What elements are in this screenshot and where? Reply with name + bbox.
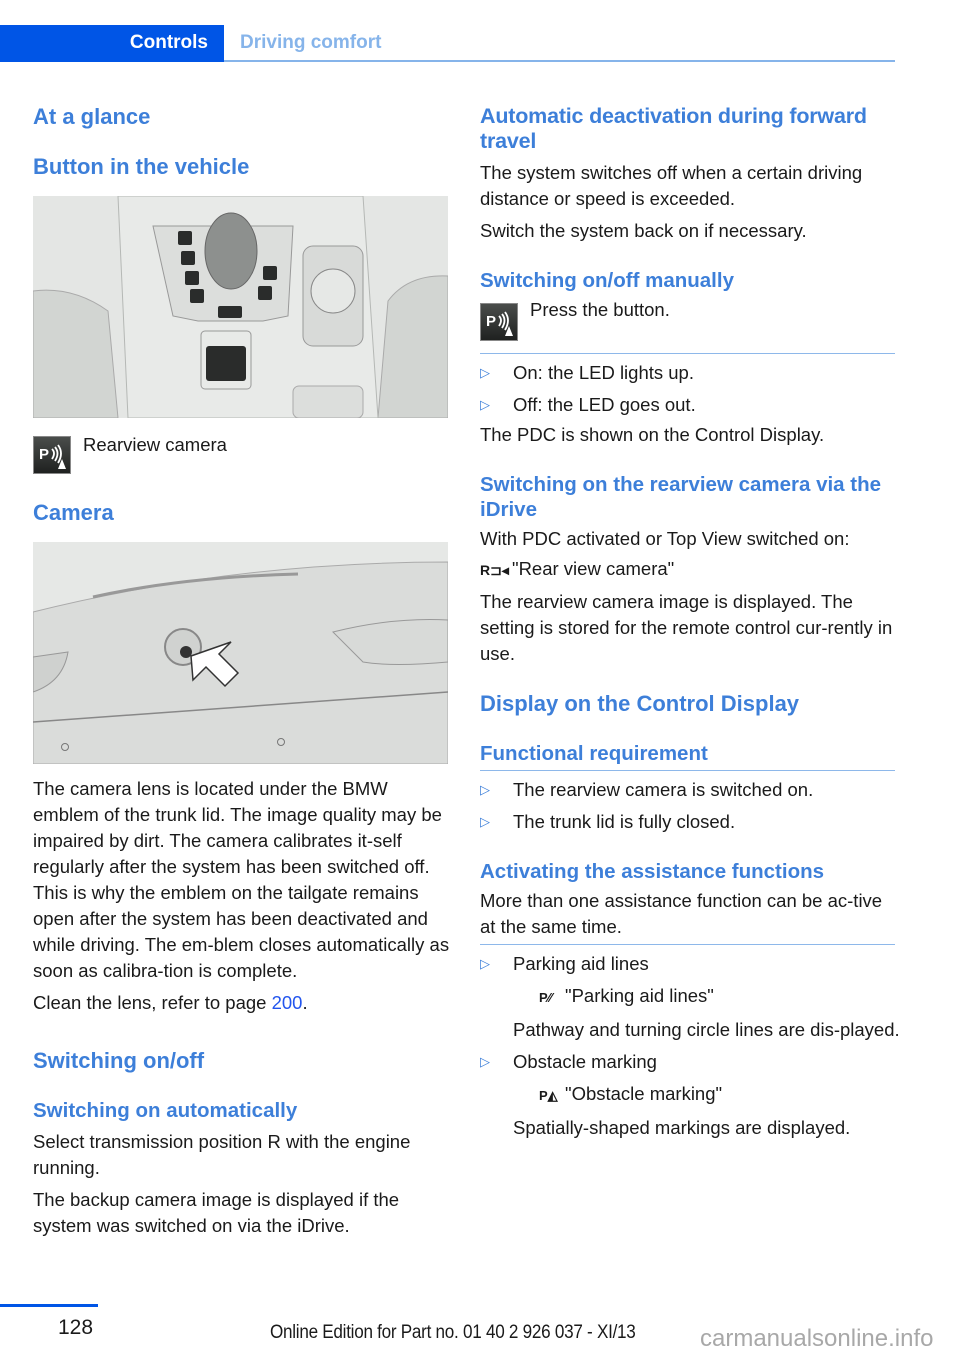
- pdc-display-text: The PDC is shown on the Control Display.: [480, 424, 825, 445]
- obstacle-marking-icon: P◭: [539, 1088, 558, 1103]
- right-column: Automatic deactivation during forward tr…: [480, 100, 900, 1141]
- footer-rule: [0, 1304, 98, 1307]
- idrive-text: With PDC activated or Top View switched …: [480, 528, 850, 549]
- heading-switching-on-automatically: Switching on automatically: [33, 1099, 298, 1122]
- led-status-list: ▷ On: the LED lights up. ▷ Off: the LED go…: [480, 360, 900, 418]
- triangle-bullet-icon: ▷: [480, 397, 490, 412]
- heading-at-a-glance: At a glance: [33, 104, 151, 129]
- triangle-bullet-icon: ▷: [480, 956, 490, 971]
- page-200-link[interactable]: 200: [272, 992, 303, 1013]
- assist-item-desc: Pathway and turning circle lines are dis…: [513, 1019, 900, 1040]
- menu-obstacle-label: "Obstacle marking": [565, 1083, 723, 1104]
- tab-underline: [224, 60, 895, 62]
- rearview-camera-label: Rearview camera: [83, 434, 227, 455]
- clean-lens-period: .: [302, 992, 308, 1013]
- triangle-bullet-icon: ▷: [480, 1054, 490, 1069]
- svg-text:P: P: [39, 446, 49, 463]
- pdc-button-icon: P: [33, 436, 71, 474]
- requirement-list: ▷ The rearview camera is switched on. ▷ Th…: [480, 777, 900, 835]
- svg-text:P: P: [486, 313, 496, 330]
- menu-rear-label: "Rear view camera": [512, 558, 675, 579]
- divider: [480, 770, 895, 771]
- triangle-bullet-icon: ▷: [480, 365, 490, 380]
- heading-assistance-functions: Activating the assistance functions: [480, 860, 825, 883]
- list-item: ▷ On: the LED lights up.: [480, 360, 900, 386]
- camera-description: The camera lens is located under the BMW…: [33, 778, 450, 981]
- press-button-text: Press the button.: [530, 299, 670, 320]
- assist-item-desc: Spatially-shaped markings are displayed.: [513, 1117, 851, 1138]
- heading-control-display: Display on the Control Display: [480, 691, 800, 716]
- list-item: ▷ Parking aid lines P⁄⁄ "Parking aid line…: [480, 951, 900, 1043]
- rear-view-camera-menu-item[interactable]: R⊐◂ "Rear view camera": [480, 556, 900, 583]
- tab-driving-comfort[interactable]: Driving comfort: [224, 25, 381, 61]
- rear-camera-icon: R⊐◂: [480, 562, 509, 578]
- heading-idrive: Switching on the rearview camera via the…: [480, 473, 882, 521]
- auto-text-2: The backup camera image is displayed if …: [33, 1189, 400, 1236]
- assist-text: More than one assistance function can be…: [480, 890, 883, 937]
- list-item-text: On: the LED lights up.: [513, 362, 694, 383]
- heading-switching-manually: Switching on/off manually: [480, 269, 734, 292]
- clean-lens-note: Clean the lens, refer to page 200.: [33, 990, 453, 1016]
- parking-aid-lines-menu-item[interactable]: P⁄⁄ "Parking aid lines": [513, 983, 900, 1011]
- auto-text-1: Select transmission position R with the …: [33, 1131, 411, 1178]
- rearview-button-legend: P Rearview camera: [33, 434, 453, 476]
- tab-controls[interactable]: Controls: [0, 25, 224, 62]
- pdc-button-icon: P: [480, 303, 518, 341]
- section-tabbar: Controls Driving comfort: [0, 25, 895, 63]
- press-button-row: P Press the button.: [480, 297, 900, 349]
- page-number: 128: [58, 1316, 94, 1339]
- list-item-text: The rearview camera is switched on.: [513, 779, 814, 800]
- heading-camera: Camera: [33, 500, 114, 525]
- triangle-bullet-icon: ▷: [480, 782, 490, 797]
- list-item-text: Off: the LED goes out.: [513, 394, 696, 415]
- menu-parking-label: "Parking aid lines": [565, 985, 714, 1006]
- divider: [480, 944, 895, 945]
- obstacle-marking-menu-item[interactable]: P◭ "Obstacle marking": [513, 1081, 900, 1109]
- triangle-bullet-icon: ▷: [480, 814, 490, 829]
- divider: [480, 353, 895, 354]
- center-console-image: [33, 196, 448, 418]
- clean-lens-text: Clean the lens, refer to page: [33, 992, 272, 1013]
- edition-info: Online Edition for Part no. 01 40 2 926 …: [270, 1322, 636, 1343]
- list-item: ▷ Off: the LED goes out.: [480, 392, 900, 418]
- heading-switching-on-off: Switching on/off: [33, 1048, 205, 1073]
- assist-item-label: Parking aid lines: [513, 953, 649, 974]
- deactivation-text-1: The system switches off when a certain d…: [480, 162, 863, 209]
- left-column: At a glance Button in the vehicle P Rear…: [33, 100, 453, 1239]
- heading-auto-deactivation: Automatic deactivation during forward tr…: [480, 104, 867, 153]
- list-item: ▷ Obstacle marking P◭ "Obstacle marking" …: [480, 1049, 900, 1141]
- heading-functional-requirement: Functional requirement: [480, 742, 708, 765]
- trunk-camera-image: [33, 542, 448, 764]
- deactivation-text-2: Switch the system back on if necessary.: [480, 220, 807, 241]
- assist-item-label: Obstacle marking: [513, 1051, 657, 1072]
- parking-aid-lines-icon: P⁄⁄: [539, 990, 553, 1005]
- assist-list: ▷ Parking aid lines P⁄⁄ "Parking aid line…: [480, 951, 900, 1141]
- list-item: ▷ The trunk lid is fully closed.: [480, 809, 900, 835]
- list-item: ▷ The rearview camera is switched on.: [480, 777, 900, 803]
- heading-button-in-vehicle: Button in the vehicle: [33, 154, 250, 179]
- watermark: carmanualsonline.info: [700, 1325, 934, 1352]
- list-item-text: The trunk lid is fully closed.: [513, 811, 736, 832]
- rear-camera-text: The rearview camera image is displayed. …: [480, 591, 893, 664]
